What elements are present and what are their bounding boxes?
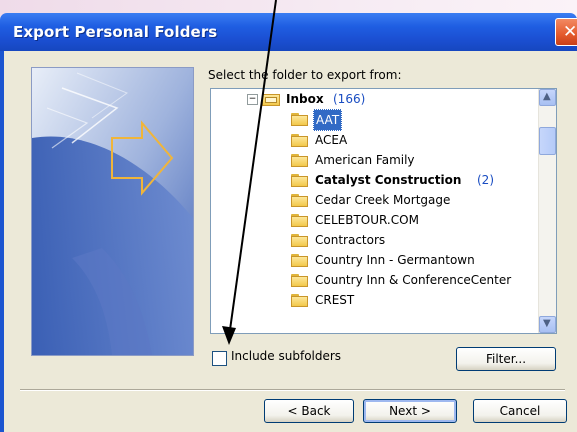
folder-label: Country Inn & ConferenceCenter xyxy=(315,273,512,287)
scroll-up-button[interactable]: ▲ xyxy=(539,89,556,106)
chevron-down-icon: ▼ xyxy=(543,318,551,329)
folder-icon xyxy=(291,154,308,167)
next-button[interactable]: Next > xyxy=(363,399,457,423)
folder-label: Cedar Creek Mortgage xyxy=(315,193,451,207)
inbox-count: (166) xyxy=(333,92,366,106)
folder-icon xyxy=(291,274,308,287)
separator xyxy=(20,389,565,391)
include-subfolders-checkbox[interactable] xyxy=(212,351,227,366)
title-bar[interactable]: Export Personal Folders ✕ xyxy=(0,13,577,51)
folder-label: CELEBTOUR.COM xyxy=(315,213,419,227)
folder-icon xyxy=(291,254,308,267)
inbox-label: Inbox xyxy=(286,92,324,106)
close-icon: ✕ xyxy=(563,22,577,42)
folder-icon xyxy=(291,234,308,247)
window-title: Export Personal Folders xyxy=(13,23,218,41)
export-prompt: Select the folder to export from: xyxy=(208,68,402,82)
folder-label: American Family xyxy=(315,153,415,167)
folder-label: Contractors xyxy=(315,233,386,247)
folder-label: AAT xyxy=(313,109,343,131)
dialog-client-area: Select the folder to export from: − Inbo… xyxy=(0,51,577,432)
scroll-thumb[interactable] xyxy=(539,127,556,155)
folder-icon xyxy=(291,294,308,307)
unread-count: (2) xyxy=(477,173,494,187)
back-button[interactable]: < Back xyxy=(264,399,354,423)
folder-label: CREST xyxy=(315,293,355,307)
cancel-button[interactable]: Cancel xyxy=(473,399,567,423)
close-button[interactable]: ✕ xyxy=(555,18,577,46)
folder-label: Catalyst Construction xyxy=(315,173,462,187)
inbox-folder-icon xyxy=(262,92,280,106)
window-border xyxy=(0,51,4,432)
folder-icon xyxy=(291,194,308,207)
export-dialog: Export Personal Folders ✕ Select the fol… xyxy=(0,13,577,432)
scroll-down-button[interactable]: ▼ xyxy=(539,316,556,333)
tree-scrollbar[interactable]: ▲ ▼ xyxy=(538,89,556,333)
filter-button[interactable]: Filter... xyxy=(456,347,556,371)
wizard-banner-image xyxy=(31,67,194,356)
folder-label: ACEA xyxy=(315,133,348,147)
folder-icon xyxy=(291,214,308,227)
folder-icon xyxy=(291,134,308,147)
folder-label: Country Inn - Germantown xyxy=(315,253,475,267)
folder-tree[interactable]: − Inbox (166) AAT ACEA American Family C… xyxy=(210,88,557,334)
chevron-up-icon: ▲ xyxy=(543,91,551,102)
include-subfolders-label[interactable]: Include subfolders xyxy=(231,349,341,363)
folder-icon xyxy=(291,113,308,126)
collapse-toggle-icon[interactable]: − xyxy=(247,94,258,105)
folder-icon xyxy=(291,174,308,187)
